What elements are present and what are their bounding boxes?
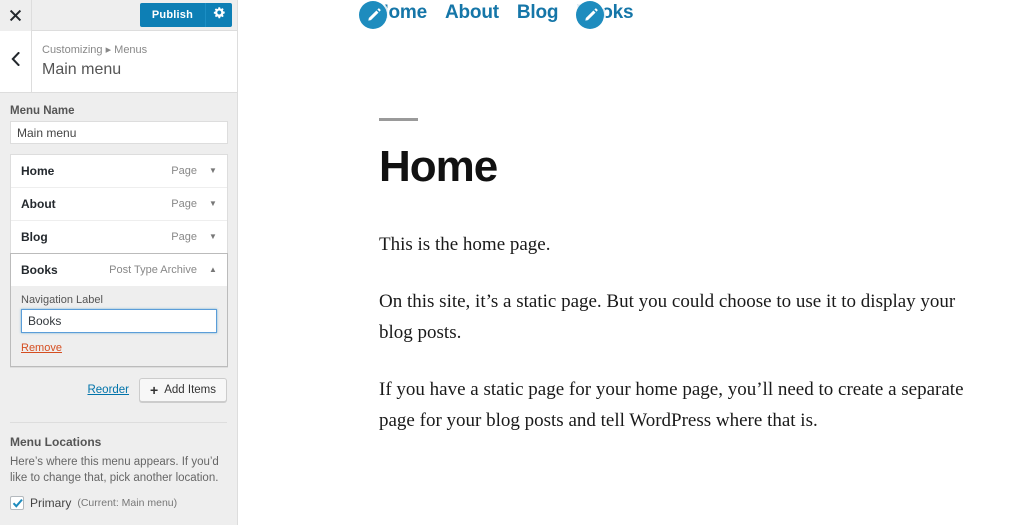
customizer-sidebar: Publish Customizing ▸ Menus Main menu Me…: [0, 0, 238, 525]
page-content: Home This is the home page. On this site…: [379, 118, 979, 436]
close-icon: [9, 9, 22, 22]
menu-item-label: Home: [21, 164, 55, 178]
menu-item-books[interactable]: Books Post Type Archive ▲: [10, 253, 228, 286]
menu-name-input[interactable]: [10, 121, 228, 144]
menu-item-about[interactable]: About Page ▼: [11, 188, 227, 221]
navigation-label-caption: Navigation Label: [21, 294, 103, 306]
menu-actions-row: Reorder + Add Items: [0, 368, 237, 402]
menu-item-label: About: [21, 197, 56, 211]
breadcrumb: Customizing ▸ Menus: [42, 44, 148, 56]
chevron-up-icon[interactable]: ▲: [207, 266, 219, 274]
close-customizer-button[interactable]: [0, 0, 32, 31]
menu-item-type: Page: [171, 165, 197, 177]
preview-page-title: Home: [379, 142, 498, 191]
location-row-primary[interactable]: Primary (Current: Main menu): [10, 496, 227, 510]
navigation-label-input[interactable]: [21, 309, 217, 333]
back-button[interactable]: [0, 31, 32, 92]
menu-locations-description: Here’s where this menu appears. If you’d…: [10, 456, 219, 484]
location-current-menu: (Current: Main menu): [77, 497, 178, 509]
reorder-link[interactable]: Reorder: [87, 384, 129, 396]
add-items-button[interactable]: + Add Items: [139, 378, 227, 402]
primary-location-checkbox[interactable]: [10, 496, 24, 510]
menu-locations-title: Menu Locations: [10, 435, 102, 449]
pencil-icon: [367, 7, 381, 21]
remove-menu-item-link[interactable]: Remove: [21, 342, 62, 354]
customizer-content: Menu Name Home Page ▼ About Page ▼ Blog …: [0, 93, 237, 524]
page-body: This is the home page. On this site, it’…: [379, 229, 979, 436]
customizer-screen: Publish Customizing ▸ Menus Main menu Me…: [0, 0, 1024, 525]
menu-item-type: Page: [171, 231, 197, 243]
chevron-down-icon[interactable]: ▼: [207, 200, 219, 208]
menu-item-label: Books: [21, 263, 58, 277]
add-items-label: Add Items: [164, 384, 216, 396]
menu-item-type: Post Type Archive: [109, 264, 197, 276]
panel-title-block: Customizing ▸ Menus Main menu: [32, 31, 237, 92]
location-name: Primary: [30, 496, 72, 510]
publish-button[interactable]: Publish: [139, 3, 206, 27]
plus-icon: +: [150, 381, 159, 398]
menu-item-label: Blog: [21, 230, 48, 244]
chevron-left-icon: [11, 51, 20, 71]
menu-items-list: Home Page ▼ About Page ▼ Blog Page ▼ Boo…: [10, 154, 228, 368]
edit-pencil-menu-icon[interactable]: [576, 1, 604, 29]
gear-icon: [213, 6, 226, 24]
menu-item-home[interactable]: Home Page ▼: [11, 155, 227, 188]
pencil-icon: [584, 7, 598, 21]
page-title: Main menu: [42, 61, 122, 78]
chevron-down-icon[interactable]: ▼: [207, 233, 219, 241]
paragraph: If you have a static page for your home …: [379, 379, 964, 431]
paragraph: On this site, it’s a static page. But yo…: [379, 291, 956, 343]
menu-name-label: Menu Name: [10, 105, 75, 117]
nav-link-about[interactable]: About: [445, 2, 499, 24]
menu-item-type: Page: [171, 198, 197, 210]
menu-item-settings-panel: Navigation Label Remove: [10, 286, 228, 367]
title-rule: [379, 118, 418, 121]
menu-locations-section: Menu Locations Here’s where this menu ap…: [0, 423, 237, 510]
paragraph: This is the home page.: [379, 234, 551, 255]
publish-group: Publish: [139, 3, 232, 27]
chevron-down-icon[interactable]: ▼: [207, 167, 219, 175]
site-preview: Home About Blog Books Home This is the h…: [238, 0, 1024, 525]
publish-settings-button[interactable]: [206, 3, 232, 27]
nav-link-blog[interactable]: Blog: [517, 2, 559, 24]
edit-pencil-site-title-icon[interactable]: [359, 1, 387, 29]
menu-item-blog[interactable]: Blog Page ▼: [11, 221, 227, 254]
customizer-topbar: Publish: [0, 0, 237, 31]
panel-title-row: Customizing ▸ Menus Main menu: [0, 31, 237, 93]
